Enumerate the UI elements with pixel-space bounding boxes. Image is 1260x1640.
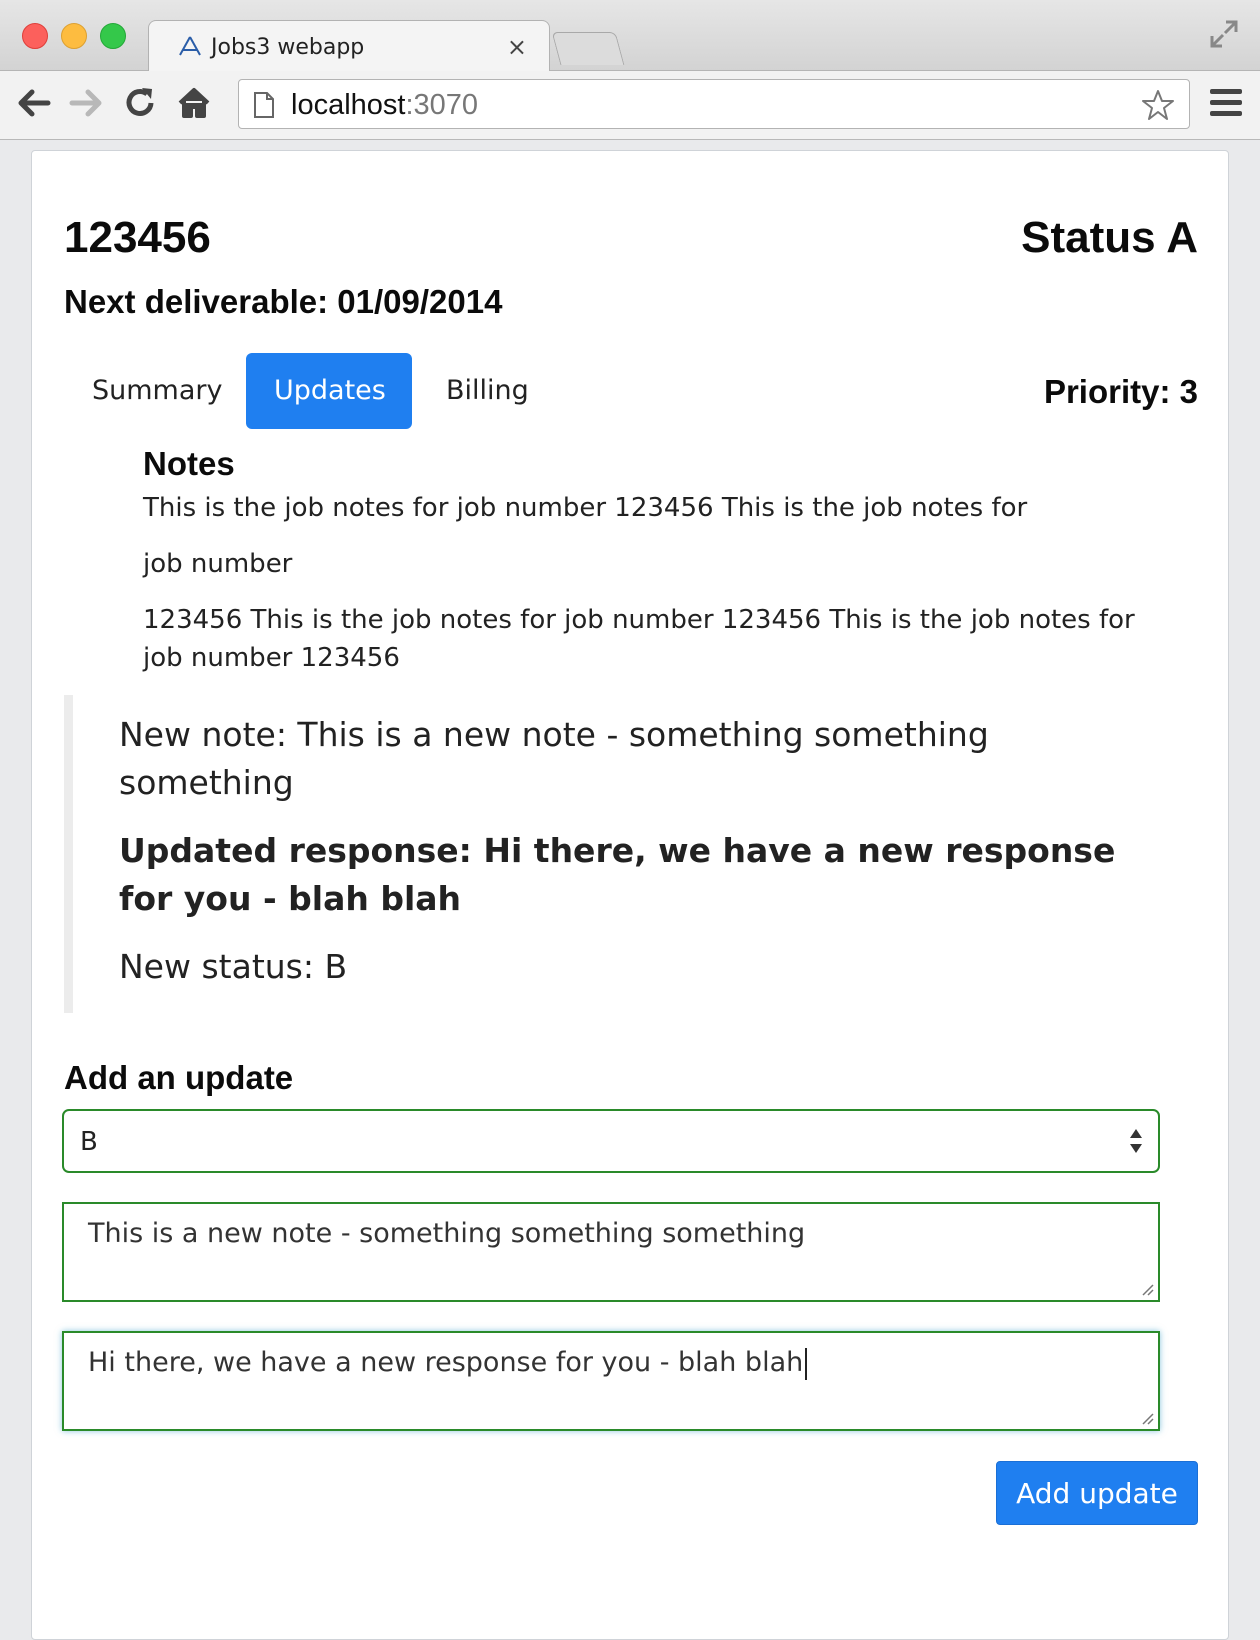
home-icon[interactable]: [174, 83, 214, 123]
notes-paragraph: 123456 This is the job notes for job num…: [143, 605, 1135, 673]
job-priority: Priority: 3: [1043, 373, 1198, 410]
fullscreen-icon[interactable]: [1208, 18, 1240, 50]
response-textarea-value: Hi there, we have a new response for you…: [88, 1347, 808, 1380]
reload-icon[interactable]: [120, 83, 160, 123]
add-update-button[interactable]: Add update: [996, 1461, 1198, 1525]
app-logo-icon: [179, 36, 201, 56]
tab-title: Jobs3 webapp: [211, 35, 365, 60]
new-tab-button[interactable]: [551, 32, 625, 65]
browser-toolbar: localhost:3070: [0, 71, 1260, 140]
hamburger-menu-icon[interactable]: [1210, 89, 1242, 119]
resize-handle-icon[interactable]: [1140, 1282, 1154, 1296]
status-select[interactable]: B: [62, 1109, 1160, 1173]
browser-tab[interactable]: Jobs3 webapp ×: [148, 20, 550, 72]
bookmark-star-icon[interactable]: [1141, 88, 1175, 122]
notes-heading: Notes: [143, 445, 235, 482]
address-bar[interactable]: localhost:3070: [238, 79, 1190, 129]
note-textarea-value: This is a new note - something something…: [88, 1218, 806, 1249]
notes-paragraph: job number: [143, 549, 293, 579]
next-deliverable: Next deliverable: 01/09/2014: [64, 283, 503, 320]
forward-arrow-icon[interactable]: [66, 83, 106, 123]
close-window-button[interactable]: [22, 23, 48, 49]
back-arrow-icon[interactable]: [14, 83, 54, 123]
job-number: 123456: [64, 213, 211, 262]
url-text[interactable]: localhost:3070: [291, 89, 478, 122]
job-status: Status A: [1021, 213, 1198, 262]
add-update-heading: Add an update: [64, 1059, 294, 1096]
tab-summary[interactable]: Summary: [64, 353, 250, 429]
text-caret: [805, 1347, 808, 1380]
note-textarea[interactable]: This is a new note - something something…: [62, 1202, 1160, 1302]
response-textarea[interactable]: Hi there, we have a new response for you…: [62, 1331, 1160, 1431]
resize-handle-icon[interactable]: [1140, 1411, 1154, 1425]
browser-titlebar: Jobs3 webapp ×: [0, 0, 1260, 72]
job-card: 123456 Status A Next deliverable: 01/09/…: [31, 150, 1229, 1640]
notes-paragraph: This is the job notes for job number 123…: [143, 493, 1028, 523]
tab-close-icon[interactable]: ×: [507, 33, 527, 61]
page-icon: [254, 92, 274, 118]
zoom-window-button[interactable]: [100, 23, 126, 49]
minimize-window-button[interactable]: [61, 23, 87, 49]
update-entry: New note: This is a new note - something…: [64, 695, 1164, 1013]
update-response: Updated response: Hi there, we have a ne…: [119, 831, 1116, 918]
tab-updates[interactable]: Updates: [246, 353, 412, 429]
status-select-value: B: [80, 1127, 98, 1157]
update-new-note: New note: This is a new note - something…: [119, 715, 989, 802]
tab-billing[interactable]: Billing: [418, 353, 557, 429]
select-arrows-icon: [1130, 1129, 1142, 1153]
update-new-status: New status: B: [119, 947, 348, 986]
